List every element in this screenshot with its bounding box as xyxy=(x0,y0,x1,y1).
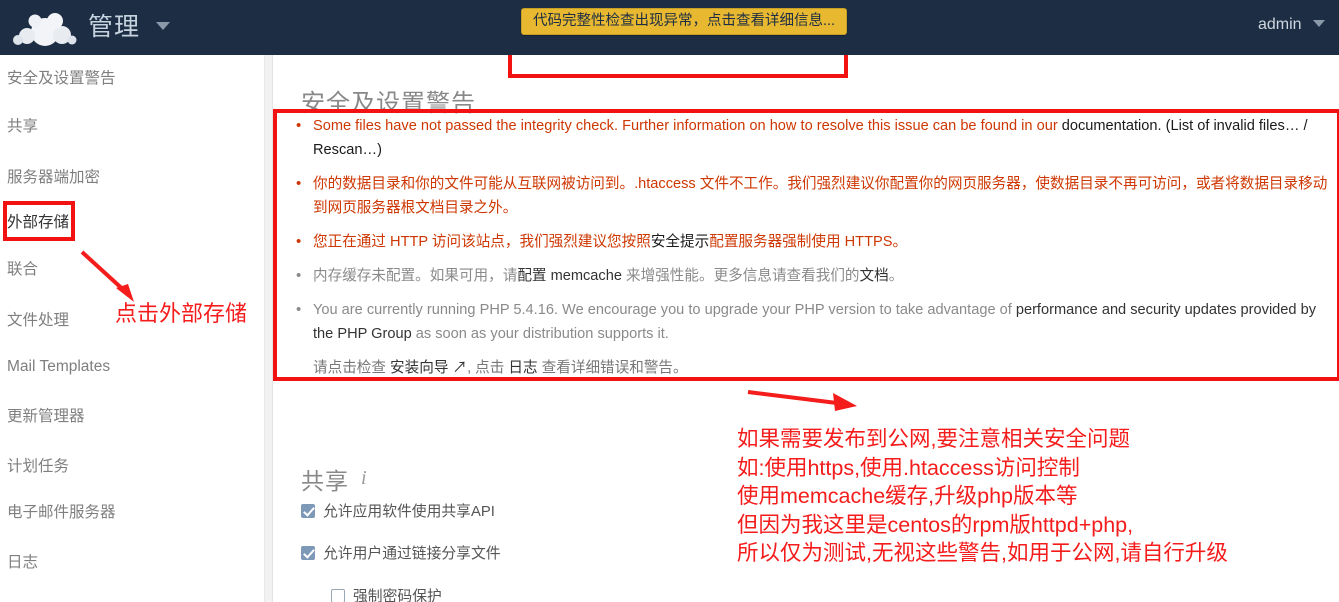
warning-text: 内存缓存未配置。如果可用，请 xyxy=(313,268,518,284)
owncloud-cloud-logo[interactable] xyxy=(12,9,78,47)
log-link[interactable]: 日志 xyxy=(508,360,537,376)
warning-link[interactable]: 安全提示 xyxy=(651,234,709,250)
setup-wizard-link[interactable]: 安装向导 ↗ xyxy=(390,360,467,376)
checkbox-checked-icon[interactable] xyxy=(301,546,315,560)
sidebar-item-label: 文件处理 xyxy=(7,312,70,329)
security-warnings-title: 安全及设置警告 xyxy=(301,90,476,117)
sidebar-item-label: 安全及设置警告 xyxy=(7,70,116,87)
checkbox-checked-icon[interactable] xyxy=(301,504,315,518)
app-title-label: 管理 xyxy=(88,13,141,41)
warning-link[interactable]: 文档 xyxy=(860,268,889,284)
sidebar-item-2[interactable]: 服务器端加密 xyxy=(0,166,265,190)
settings-sidebar: 安全及设置警告 共享服务器端加密 外部存储联合文件处理 Mail Templates 更… xyxy=(0,55,265,602)
warning-text: 配置服务器强制使用 HTTPS。 xyxy=(709,234,908,250)
chevron-down-icon xyxy=(155,22,170,31)
sidebar-item-9[interactable]: 电子邮件服务器 xyxy=(0,501,265,525)
annotation-line: 如:使用https,使用.htaccess访问控制 xyxy=(737,455,1080,480)
sharing-option-row[interactable]: 允许应用软件使用共享API xyxy=(301,503,495,521)
setup-check-suffix: 查看详细错误和警告。 xyxy=(537,360,688,376)
user-menu[interactable]: admin xyxy=(1258,16,1325,34)
integrity-notification-text: 代码完整性检查出现异常，点击查看详细信息... xyxy=(533,13,836,29)
sidebar-item-3[interactable]: 外部存储 xyxy=(0,211,265,235)
warning-text: Some files have not passed the integrity… xyxy=(313,118,1062,134)
chevron-down-icon xyxy=(1313,20,1325,28)
warning-text: 。 xyxy=(888,268,904,284)
sidebar-item-7[interactable]: 更新管理器 xyxy=(0,405,265,429)
sidebar-item-label: 外部存储 xyxy=(7,214,70,231)
sharing-section-title: 共享 xyxy=(301,468,349,494)
page-root: 管理 代码完整性检查出现异常，点击查看详细信息... admin 安全及设置警告… xyxy=(0,0,1339,602)
integrity-notification-banner[interactable]: 代码完整性检查出现异常，点击查看详细信息... xyxy=(521,8,848,35)
checkbox-unchecked-icon[interactable] xyxy=(331,589,345,602)
sidebar-item-label: 共享 xyxy=(7,118,39,135)
warning-text: 你的数据目录和你的文件可能从互联网被访问到。.htaccess 文件不工作。我们… xyxy=(313,176,1328,216)
annotation-text-main: 如果需要发布到公网,要注意相关安全问题 如:使用https,使用.htaccess… xyxy=(737,425,1228,568)
app-header: 管理 代码完整性检查出现异常，点击查看详细信息... admin xyxy=(0,0,1339,55)
warning-text: as soon as your distribution supports it… xyxy=(411,326,669,342)
annotation-text-sidebar: 点击外部存储 xyxy=(115,301,248,326)
warning-item: 内存缓存未配置。如果可用，请配置 memcache 来增强性能。更多信息请查看我… xyxy=(290,264,1330,288)
user-menu-label: admin xyxy=(1257,16,1302,33)
sharing-option-row[interactable]: 强制密码保护 xyxy=(331,588,442,602)
sidebar-item-label: 日志 xyxy=(7,554,39,571)
warning-text: 来增强性能。更多信息请查看我们的 xyxy=(621,268,860,284)
sidebar-item-label: Mail Templates xyxy=(7,358,111,375)
sidebar-item-label: 服务器端加密 xyxy=(7,169,101,186)
setup-check-prefix: 请点击检查 xyxy=(313,360,391,376)
warning-item: 你的数据目录和你的文件可能从互联网被访问到。.htaccess 文件不工作。我们… xyxy=(290,172,1330,220)
sidebar-item-label: 更新管理器 xyxy=(7,408,85,425)
app-title-menu[interactable]: 管理 xyxy=(88,11,170,43)
warning-text: 您正在通过 HTTP 访问该站点，我们强烈建议您按照 xyxy=(313,234,651,250)
annotation-line: 使用memcache缓存,升级php版本等 xyxy=(737,484,1078,508)
annotation-line: 但因为我这里是centos的rpm版httpd+php, xyxy=(737,512,1134,537)
sidebar-item-10[interactable]: 日志 xyxy=(0,551,265,575)
sharing-option-label: 允许应用软件使用共享API xyxy=(323,504,495,520)
warning-text: You are currently running PHP 5.4.16. We… xyxy=(313,302,1016,318)
sidebar-item-6[interactable]: Mail Templates xyxy=(0,355,265,379)
setup-check-line: 请点击检查 安装向导 ↗, 点击 日志 查看详细错误和警告。 xyxy=(290,356,1330,380)
annotation-line: 如果需要发布到公网,要注意相关安全问题 xyxy=(737,427,1130,451)
sharing-option-label: 强制密码保护 xyxy=(353,589,442,602)
warning-item: You are currently running PHP 5.4.16. We… xyxy=(290,298,1330,346)
warning-item: 您正在通过 HTTP 访问该站点，我们强烈建议您按照安全提示配置服务器强制使用 … xyxy=(290,230,1330,254)
info-icon[interactable]: i xyxy=(361,467,367,490)
sidebar-item-label: 计划任务 xyxy=(7,458,70,475)
sidebar-item-label: 电子邮件服务器 xyxy=(7,504,116,521)
sidebar-item-4[interactable]: 联合 xyxy=(0,258,265,282)
sharing-option-label: 允许用户通过链接分享文件 xyxy=(323,546,501,562)
setup-check-middle: , 点击 xyxy=(467,360,509,376)
warning-item: Some files have not passed the integrity… xyxy=(290,114,1330,162)
sidebar-item-0[interactable]: 安全及设置警告 xyxy=(0,67,265,91)
annotation-line: 所以仅为测试,无视这些警告,如用于公网,请自行升级 xyxy=(737,541,1228,565)
security-warnings-list: Some files have not passed the integrity… xyxy=(290,114,1330,380)
sidebar-item-8[interactable]: 计划任务 xyxy=(0,455,265,479)
sidebar-item-1[interactable]: 共享 xyxy=(0,115,265,139)
sidebar-scrollbar[interactable] xyxy=(265,55,273,602)
sidebar-item-label: 联合 xyxy=(7,261,39,278)
sharing-option-row[interactable]: 允许用户通过链接分享文件 xyxy=(301,545,501,563)
warning-link[interactable]: 配置 memcache xyxy=(517,268,622,284)
